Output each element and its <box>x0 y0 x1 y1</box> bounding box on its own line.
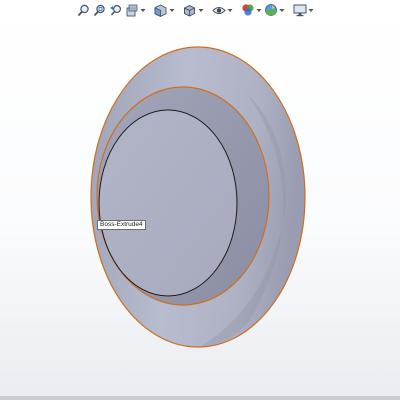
scene-icon[interactable] <box>263 2 278 18</box>
viewport-bottom-edge <box>0 396 400 400</box>
view-orientation-icon[interactable] <box>153 2 168 18</box>
appearance-dropdown-icon[interactable] <box>256 2 262 18</box>
scene-dropdown-icon[interactable] <box>279 2 285 18</box>
eye-icon[interactable] <box>211 2 226 18</box>
hide-show-dropdown-icon[interactable] <box>227 2 233 18</box>
display-style-dropdown-icon[interactable] <box>198 2 204 18</box>
section-dropdown-icon[interactable] <box>140 2 146 18</box>
appearance-icon[interactable] <box>240 2 255 18</box>
heads-up-view-toolbar <box>76 1 314 19</box>
graphics-area[interactable]: Boss-Extrude4 <box>0 0 400 400</box>
zoom-to-area-icon[interactable] <box>92 2 107 18</box>
part-model[interactable] <box>0 0 400 400</box>
monitor-icon[interactable] <box>292 2 307 18</box>
orientation-dropdown-icon[interactable] <box>169 2 175 18</box>
boss-front-face[interactable] <box>98 109 238 297</box>
feature-label-tooltip: Boss-Extrude4 <box>97 220 146 230</box>
previous-view-icon[interactable] <box>108 2 123 18</box>
section-view-icon[interactable] <box>124 2 139 18</box>
view-settings-dropdown-icon[interactable] <box>308 2 314 18</box>
display-style-icon[interactable] <box>182 2 197 18</box>
zoom-to-fit-icon[interactable] <box>76 2 91 18</box>
